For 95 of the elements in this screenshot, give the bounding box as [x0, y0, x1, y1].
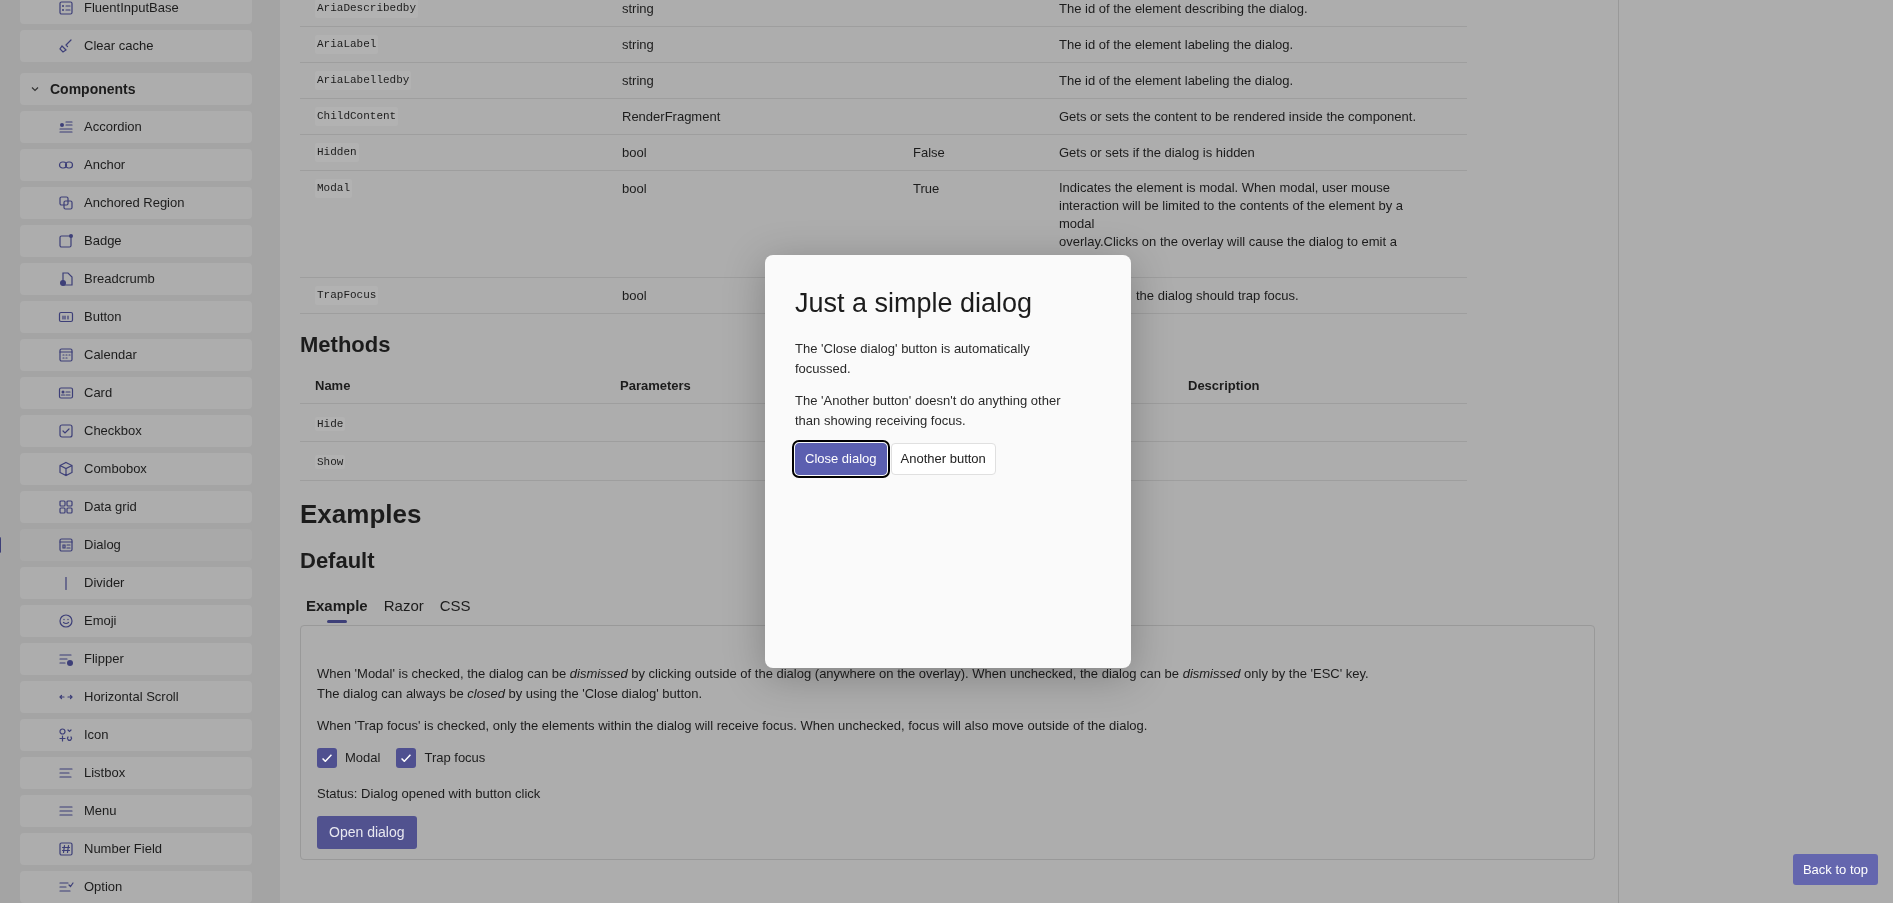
smiley-icon — [58, 613, 74, 629]
property-name: Hidden — [315, 143, 359, 162]
sidebar-item[interactable]: Divider — [20, 567, 252, 599]
menu-icon — [58, 803, 74, 819]
column-header: Name — [315, 378, 351, 393]
sidebar-item[interactable]: Number Field — [20, 833, 252, 865]
sidebar-item[interactable]: Accordion — [20, 111, 252, 143]
table-cell: string — [622, 73, 654, 88]
table-cell-text: The id of the element labeling the dialog. — [1059, 72, 1295, 90]
checkmark-icon — [322, 754, 332, 762]
list-check-icon — [58, 879, 74, 895]
sidebar-item[interactable]: Card — [20, 377, 252, 409]
keyboard-key-icon — [58, 309, 74, 325]
sidebar-item[interactable]: Flipper — [20, 643, 252, 675]
section-heading: Examples — [300, 497, 422, 531]
table-cell-text: Gets or sets if the dialog is hidden — [1059, 144, 1256, 162]
shapes-icon — [58, 727, 74, 743]
table-cell: bool — [622, 288, 647, 303]
property-name: Modal — [315, 179, 352, 198]
grid-icon — [58, 499, 74, 515]
table-cell: string — [622, 37, 654, 52]
broom-icon — [58, 38, 74, 54]
property-name: ChildContent — [315, 107, 399, 126]
cube-icon — [58, 461, 74, 477]
sidebar-item[interactable]: Checkbox — [20, 415, 252, 447]
table-cell-text: Indicates the element is modal. When modal, user mouse interaction will be limited to the contents of the element by a modal overlay.Clicks on the overlay will cause the dialog to emit a — [1059, 179, 1404, 251]
hash-icon — [58, 841, 74, 857]
sidebar-item[interactable]: FluentInputBase — [20, 0, 252, 24]
checkbox[interactable] — [396, 748, 417, 768]
table-cell-text: the dialog should trap focus. — [1136, 287, 1300, 305]
sidebar-item[interactable]: Calendar — [20, 339, 252, 371]
checkbox[interactable] — [317, 748, 337, 768]
table-cell: False — [913, 145, 945, 160]
paragraph: When 'Modal' is checked, the dialog can be dismissed by clicking outside of the dialog (anywhere on the overlay). When unchecked, the dialog can be dismissed only by the 'ESC' key. The dialog can always be closed by using the 'Close dialog' button. — [317, 665, 1370, 703]
table-cell: bool — [622, 145, 647, 160]
form-icon — [58, 0, 74, 16]
table-cell: string — [622, 1, 654, 16]
back-to-top-button[interactable]: Back to top — [1792, 853, 1878, 885]
sidebar-item[interactable]: Clear cache — [20, 30, 252, 62]
property-name: AriaLabelledby — [315, 71, 412, 90]
checkbox-label: Trap focus — [424, 749, 486, 768]
vertical-line-icon — [65, 576, 67, 590]
table-cell-text: Gets or sets the content to be rendered inside the component. — [1059, 108, 1417, 126]
sidebar-item[interactable]: Data grid — [20, 491, 252, 523]
sidebar-item[interactable]: Horizontal Scroll — [20, 681, 252, 713]
table-cell-text: The id of the element labeling the dialog. — [1059, 36, 1295, 54]
table-cell: bool — [622, 181, 647, 196]
paragraph: When 'Trap focus' is checked, only the elements within the dialog will receive focus. When unchecked, focus will also move outside of the dialog. — [317, 717, 1149, 735]
table-cell: True — [913, 181, 940, 196]
sidebar-item[interactable]: Combobox — [20, 453, 252, 485]
sidebar-item[interactable]: Button — [20, 301, 252, 333]
property-name: TrapFocus — [315, 286, 379, 305]
card-icon — [58, 385, 74, 401]
sidebar-item[interactable]: Listbox — [20, 757, 252, 789]
method-name: Hide — [315, 416, 346, 431]
column-header: Description — [1188, 378, 1260, 393]
dialog-text: The 'Another button' doesn't do anything other than showing receiving focus. — [795, 392, 1062, 431]
overlapping-squares-icon — [58, 195, 74, 211]
sidebar-item[interactable]: Option — [20, 871, 252, 903]
dialog-button[interactable]: Close dialog — [795, 443, 887, 475]
dialog-title: Just a simple dialog — [795, 287, 1034, 320]
sidebar-group-header[interactable]: Components — [20, 73, 252, 105]
checkbox-label: Modal — [345, 749, 381, 768]
dialog-button[interactable]: Another button — [890, 443, 996, 475]
document-icon — [58, 271, 74, 287]
badge-icon — [58, 233, 74, 249]
sidebar-item[interactable]: Menu — [20, 795, 252, 827]
accordion-icon — [58, 119, 74, 135]
checkbox-icon — [58, 423, 74, 439]
sidebar-item[interactable]: Anchored Region — [20, 187, 252, 219]
tab[interactable]: CSS — [433, 592, 477, 623]
sidebar-item[interactable]: Anchor — [20, 149, 252, 181]
sidebar-item[interactable]: Icon — [20, 719, 252, 751]
open-dialog-button[interactable]: Open dialog — [317, 816, 417, 849]
table-cell: RenderFragment — [622, 109, 721, 124]
property-name: AriaDescribedby — [315, 0, 419, 18]
calendar-icon — [58, 347, 74, 363]
sidebar-item[interactable]: Emoji — [20, 605, 252, 637]
tab[interactable]: Example — [300, 592, 374, 623]
checkmark-icon — [401, 754, 412, 762]
chevron-icon — [30, 84, 40, 94]
table-cell-text: The id of the element describing the dialog. — [1059, 0, 1309, 18]
subsection-heading: Default — [300, 546, 375, 575]
section-heading: Methods — [300, 331, 391, 359]
status-text: Status: Dialog opened with button click — [317, 785, 542, 803]
lines-icon — [58, 765, 74, 781]
list-play-icon — [58, 651, 74, 667]
property-name: AriaLabel — [315, 35, 379, 54]
tab[interactable]: Razor — [377, 592, 430, 623]
dialog-text: The 'Close dialog' button is automatically focussed. — [795, 340, 1031, 379]
sidebar-item[interactable]: Badge — [20, 225, 252, 257]
method-name: Show — [315, 455, 346, 469]
column-header: Parameters — [620, 378, 691, 393]
window-icon — [58, 537, 74, 553]
sidebar-item[interactable]: Breadcrumb — [20, 263, 252, 295]
